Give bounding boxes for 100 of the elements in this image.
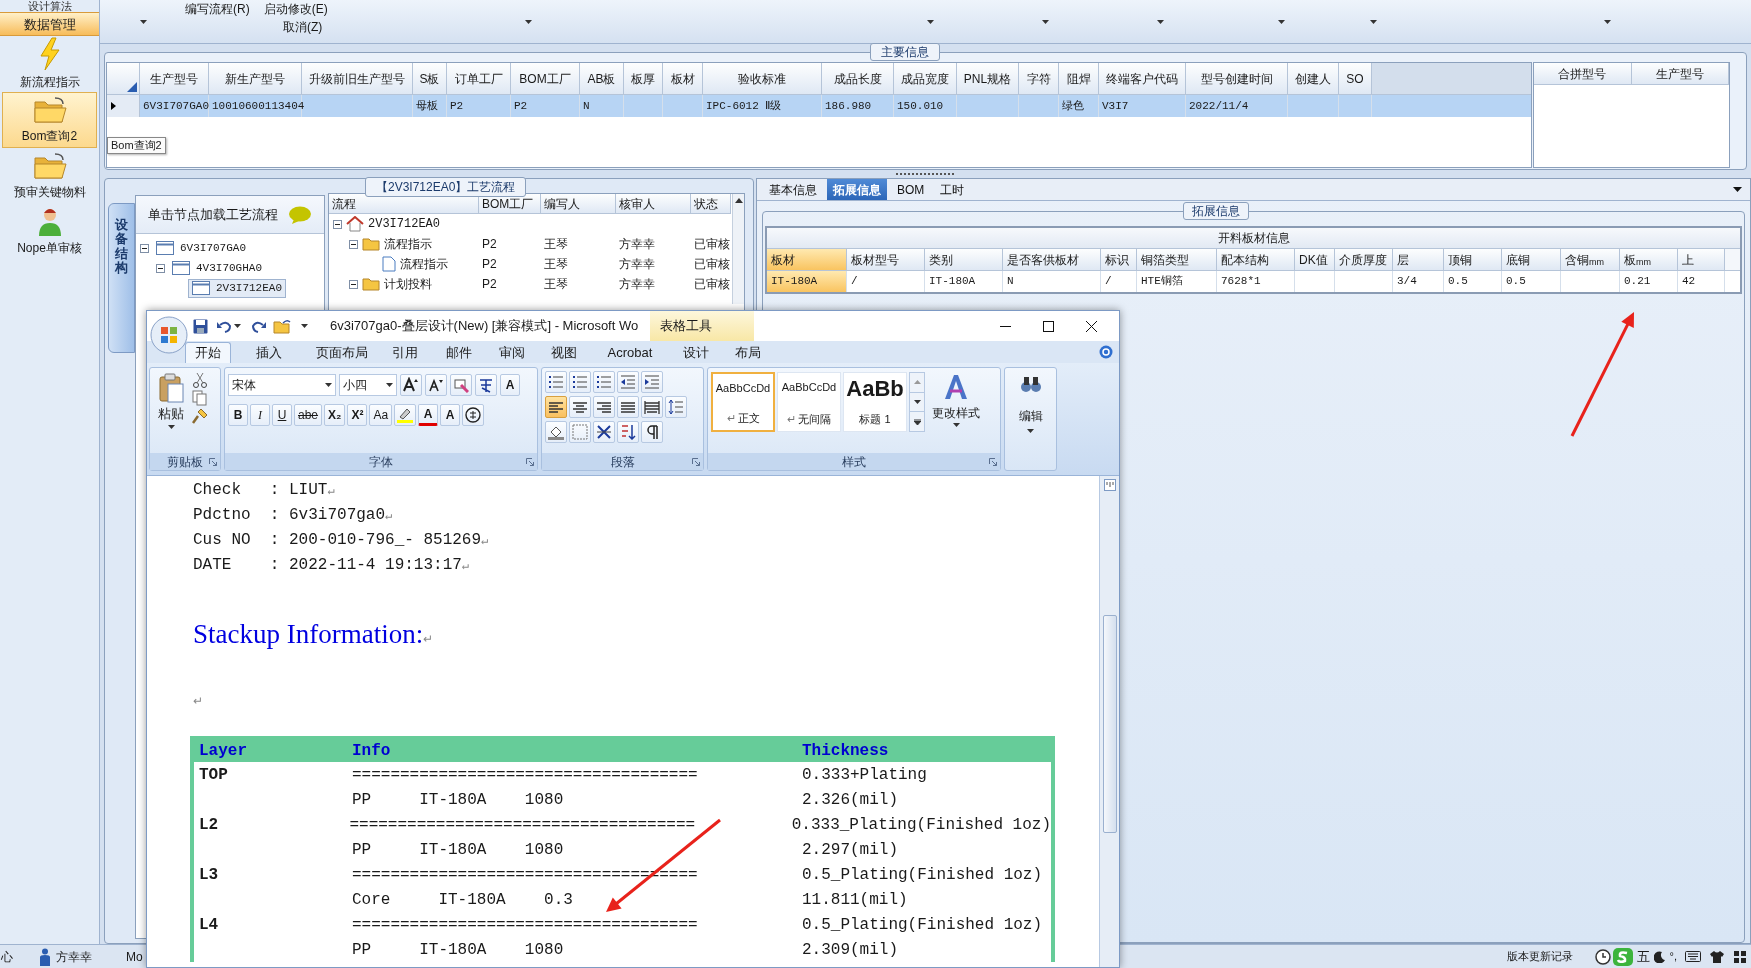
sidebar-item[interactable]: 设计算法 xyxy=(0,0,99,12)
dialog-launcher-icon[interactable] xyxy=(209,457,217,466)
format-button[interactable]: B xyxy=(228,404,248,426)
sort-icon[interactable] xyxy=(617,421,639,443)
splitter-grip-icon[interactable] xyxy=(895,172,956,176)
tray-text[interactable]: 五 xyxy=(1636,946,1650,967)
column-header[interactable]: 字符 xyxy=(1019,63,1059,95)
align-left-icon[interactable] xyxy=(545,396,567,418)
increase-indent-icon[interactable] xyxy=(641,371,663,393)
align-center-icon[interactable] xyxy=(569,396,591,418)
close-icon[interactable] xyxy=(1086,320,1097,332)
redo-icon[interactable] xyxy=(251,319,267,333)
column-header[interactable]: 顶铜 xyxy=(1444,249,1502,271)
maximize-icon[interactable] xyxy=(1043,320,1054,332)
help-icon[interactable] xyxy=(1099,345,1113,359)
column-header[interactable]: 生产型号 xyxy=(140,63,209,95)
paste-button[interactable]: 粘贴 xyxy=(153,371,189,453)
tree-node[interactable]: 2V3I712EA0 xyxy=(188,278,286,298)
format-button[interactable]: A xyxy=(500,374,520,396)
column-header[interactable]: 是否客供板材 xyxy=(1003,249,1101,271)
decrease-indent-icon[interactable] xyxy=(617,371,639,393)
collapse-icon[interactable] xyxy=(140,243,149,253)
tab[interactable]: 基本信息 xyxy=(763,179,823,200)
column-header[interactable]: S板 xyxy=(413,63,447,95)
shirt-icon[interactable] xyxy=(1709,949,1725,964)
font-name-field[interactable]: 宋体 xyxy=(228,374,336,396)
input-method-icon[interactable] xyxy=(1612,947,1633,966)
tree-node[interactable]: 4V3I70GHA0 xyxy=(168,258,266,278)
show-marks-icon[interactable] xyxy=(641,421,663,443)
column-header[interactable]: 成品宽度 xyxy=(894,63,957,95)
sidebar-item[interactable]: Nope单审核 xyxy=(2,204,97,260)
ribbon-tab[interactable]: 页面布局 xyxy=(307,342,377,363)
table-row[interactable]: 6V3I707GA0 10010600113404 母板 P2 P2 N IPC-6012 Ⅱ级 186.980 150.010 绿色 V3I7 2022/11/4 xyxy=(107,95,1531,117)
ribbon-tab[interactable]: 视图 xyxy=(539,342,589,363)
shading-icon[interactable] xyxy=(545,421,567,443)
format-button[interactable]: I xyxy=(250,404,270,426)
column-header[interactable]: 订单工厂 xyxy=(447,63,511,95)
grid-icon[interactable] xyxy=(1733,949,1747,964)
format-button[interactable]: X² xyxy=(347,404,368,426)
keyboard-icon[interactable] xyxy=(1685,951,1701,962)
scroll-up-icon[interactable] xyxy=(734,198,743,203)
column-header[interactable]: 配本结构 xyxy=(1217,249,1295,271)
format-button[interactable]: Aa xyxy=(369,404,393,426)
format-button[interactable]: A xyxy=(418,404,439,426)
clear-format-icon[interactable] xyxy=(450,374,472,396)
column-header[interactable]: DK值 xyxy=(1295,249,1335,271)
column-header[interactable]: 编写人 xyxy=(541,194,616,214)
ribbon-tab[interactable]: 布局 xyxy=(721,342,775,363)
tab[interactable]: BOM xyxy=(891,179,931,200)
column-header[interactable]: 标识 xyxy=(1101,249,1137,271)
bullets-icon[interactable] xyxy=(545,371,567,393)
line-spacing-icon[interactable] xyxy=(665,396,687,418)
column-header[interactable]: 升级前旧生产型号 xyxy=(302,63,413,95)
group-header[interactable]: 数据管理 xyxy=(0,12,99,36)
moon-icon[interactable] xyxy=(1653,950,1666,963)
format-button[interactable]: abe xyxy=(294,404,323,426)
copy-icon[interactable] xyxy=(192,390,208,406)
column-header[interactable]: 板材型号 xyxy=(847,249,925,271)
change-styles-button[interactable]: 更改样式 xyxy=(932,371,980,453)
column-header[interactable]: 含铜$_{mm}$ xyxy=(1561,249,1620,271)
numbering-icon[interactable] xyxy=(569,371,591,393)
side-tab[interactable]: 设备结构 xyxy=(108,203,135,353)
column-header[interactable]: 上 xyxy=(1678,249,1725,271)
column-header[interactable]: 板材 xyxy=(767,249,847,271)
column-header[interactable]: 生产型号 xyxy=(1631,63,1729,85)
shrink-font-icon[interactable] xyxy=(425,374,447,396)
clock-icon[interactable] xyxy=(1594,948,1611,965)
collapse-icon[interactable] xyxy=(156,263,165,273)
column-header[interactable]: 状态 xyxy=(691,194,731,214)
column-header[interactable]: 底铜 xyxy=(1502,249,1561,271)
ribbon-tab[interactable]: 插入 xyxy=(231,342,307,363)
column-header[interactable]: 阻焊 xyxy=(1059,63,1099,95)
column-header[interactable]: 板$_{mm}$ xyxy=(1620,249,1678,271)
column-header[interactable]: 铜箔类型 xyxy=(1137,249,1217,271)
ribbon-tab[interactable]: 审阅 xyxy=(485,342,539,363)
align-distributed-icon[interactable] xyxy=(641,396,663,418)
collapse-icon[interactable] xyxy=(349,239,358,249)
ribbon-tab[interactable]: 邮件 xyxy=(433,342,485,363)
column-header[interactable]: 验收标准 xyxy=(703,63,822,95)
collapse-icon[interactable] xyxy=(349,279,358,289)
dialog-launcher-icon[interactable] xyxy=(526,457,534,466)
format-painter-icon[interactable] xyxy=(192,408,208,424)
column-header[interactable]: 型号创建时间 xyxy=(1186,63,1288,95)
column-header[interactable]: PNL规格 xyxy=(957,63,1019,95)
enclose-character-icon[interactable] xyxy=(462,404,485,426)
style-item[interactable]: AaBb 标题 1 xyxy=(843,372,907,432)
link[interactable]: 版本更新记录 xyxy=(1506,948,1573,965)
column-header[interactable]: 终端客户代码 xyxy=(1099,63,1186,95)
sidebar-item[interactable]: Bom查询2 xyxy=(2,92,97,148)
ribbon-tab[interactable]: Acrobat xyxy=(589,342,671,363)
scroll-thumb[interactable] xyxy=(1102,615,1117,833)
format-button[interactable]: X₂ xyxy=(324,404,346,426)
column-header[interactable]: BOM工厂 xyxy=(511,63,580,95)
column-header[interactable]: 新生产型号 xyxy=(209,63,302,95)
multilevel-list-icon[interactable] xyxy=(593,371,615,393)
column-header[interactable]: 介质厚度 xyxy=(1335,249,1393,271)
chinese-layout-icon[interactable] xyxy=(593,421,615,443)
menu-item[interactable]: 启动修改(E) xyxy=(263,1,328,16)
cut-icon[interactable] xyxy=(192,372,208,388)
dropdown-icon[interactable] xyxy=(1733,187,1742,192)
